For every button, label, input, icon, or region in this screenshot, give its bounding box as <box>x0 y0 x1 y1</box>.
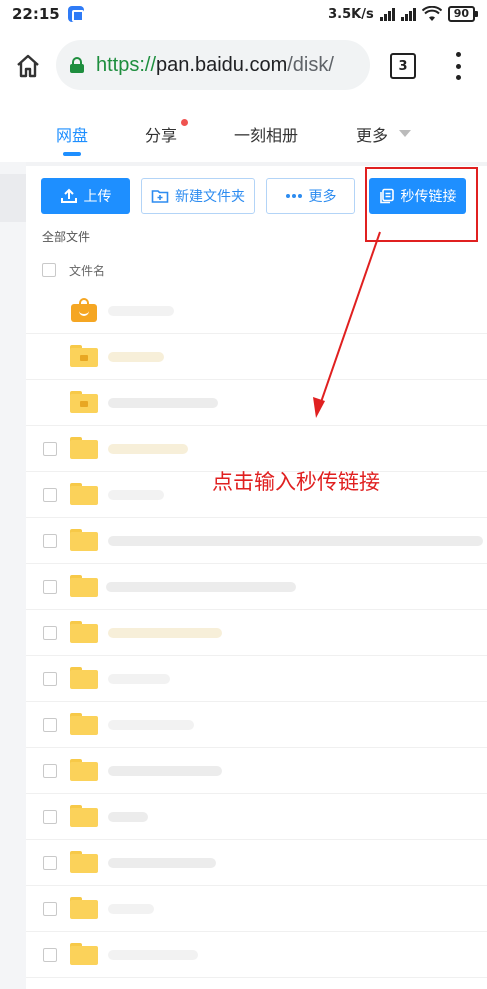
annotation-text: 点击输入秒传链接 <box>212 470 380 494</box>
